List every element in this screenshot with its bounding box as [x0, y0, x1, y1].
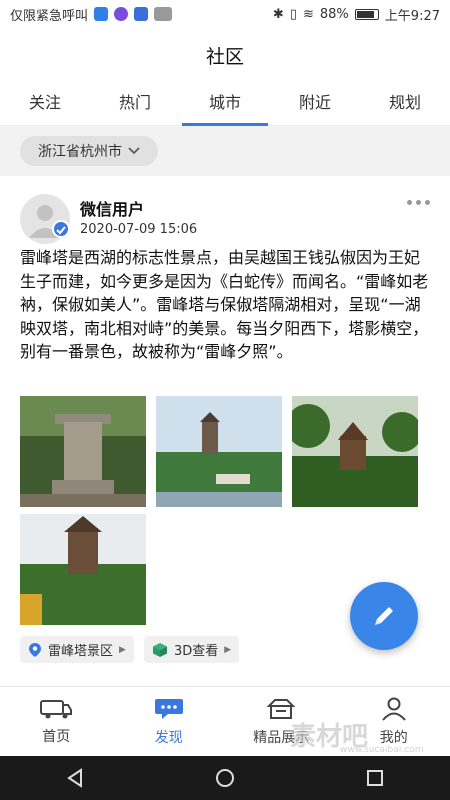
post-photo-tower-lake[interactable]	[156, 396, 282, 507]
nav-me-label: 我的	[379, 729, 408, 746]
app-icon	[154, 7, 173, 21]
view-3d-tag[interactable]: 3D查看 ▶	[143, 636, 240, 663]
location-tag[interactable]: 雷峰塔景区 ▶	[20, 636, 134, 663]
post-timestamp: 2020-07-09 15:06	[80, 222, 198, 237]
system-nav-bar	[0, 756, 450, 800]
verified-badge-icon	[52, 220, 70, 238]
pencil-icon	[375, 607, 393, 625]
nav-home[interactable]: 首页	[0, 687, 113, 756]
tab-city[interactable]: 城市	[180, 82, 270, 126]
status-bar: 仅限紧急呼叫 ✱ ▯ ≋ 88% 上午9:27	[0, 0, 450, 28]
nav-discover-label: 发现	[154, 729, 183, 746]
post-photo-tower-hill[interactable]	[20, 514, 146, 625]
page-title: 社区	[205, 45, 244, 68]
battery-icon	[354, 8, 379, 20]
page-header: 社区	[0, 28, 450, 82]
more-options-icon[interactable]	[407, 200, 430, 205]
back-icon[interactable]	[65, 768, 85, 788]
post-tags: 雷峰塔景区 ▶ 3D查看 ▶	[20, 636, 240, 663]
post-photo-tower-trees[interactable]	[292, 396, 418, 507]
nav-home-label: 首页	[42, 728, 71, 745]
watermark-url: www.sucaibar.com	[340, 745, 424, 755]
city-selector[interactable]: 浙江省杭州市	[20, 136, 158, 166]
chevron-right-icon: ▶	[119, 644, 126, 655]
cube-icon	[152, 642, 167, 657]
post-photo-stele[interactable]	[20, 396, 146, 507]
view-3d-label: 3D查看	[173, 644, 219, 659]
tab-follow[interactable]: 关注	[0, 82, 90, 125]
post-username[interactable]: 微信用户	[80, 196, 144, 220]
filter-bar: 浙江省杭州市	[0, 126, 450, 176]
wifi-icon: ≋	[302, 6, 314, 22]
tab-bar: 关注 热门 城市 附近 规划	[0, 82, 450, 126]
van-icon	[40, 699, 73, 718]
person-icon	[381, 697, 406, 721]
tab-plan[interactable]: 规划	[360, 82, 450, 125]
clock: 上午9:27	[384, 8, 440, 24]
bluetooth-icon: ✱	[272, 6, 284, 22]
home-icon[interactable]	[215, 768, 235, 788]
chevron-right-icon: ▶	[224, 644, 232, 655]
chat-app-icon	[114, 7, 129, 21]
location-pin-icon	[29, 642, 41, 657]
battery-fill	[356, 10, 374, 18]
vibrate-icon: ▯	[289, 6, 297, 22]
carrier-text: 仅限紧急呼叫	[10, 8, 89, 24]
battery-text: 88%	[319, 6, 349, 22]
mail-app-icon	[134, 7, 149, 21]
shield-app-icon	[94, 7, 109, 21]
tab-nearby[interactable]: 附近	[270, 82, 360, 125]
post-body: 雷峰塔是西湖的标志性景点，由吴越国王钱弘俶因为王妃生子而建，如今更多是因为《白蛇…	[20, 248, 429, 361]
tab-hot[interactable]: 热门	[90, 82, 180, 125]
recents-icon[interactable]	[365, 768, 385, 788]
nav-discover[interactable]: 发现	[113, 687, 226, 756]
chevron-down-icon	[128, 147, 140, 155]
city-selector-label: 浙江省杭州市	[38, 144, 122, 160]
location-tag-label: 雷峰塔景区	[48, 644, 114, 659]
chat-bubble-icon	[154, 698, 183, 719]
compose-button[interactable]	[350, 582, 418, 650]
